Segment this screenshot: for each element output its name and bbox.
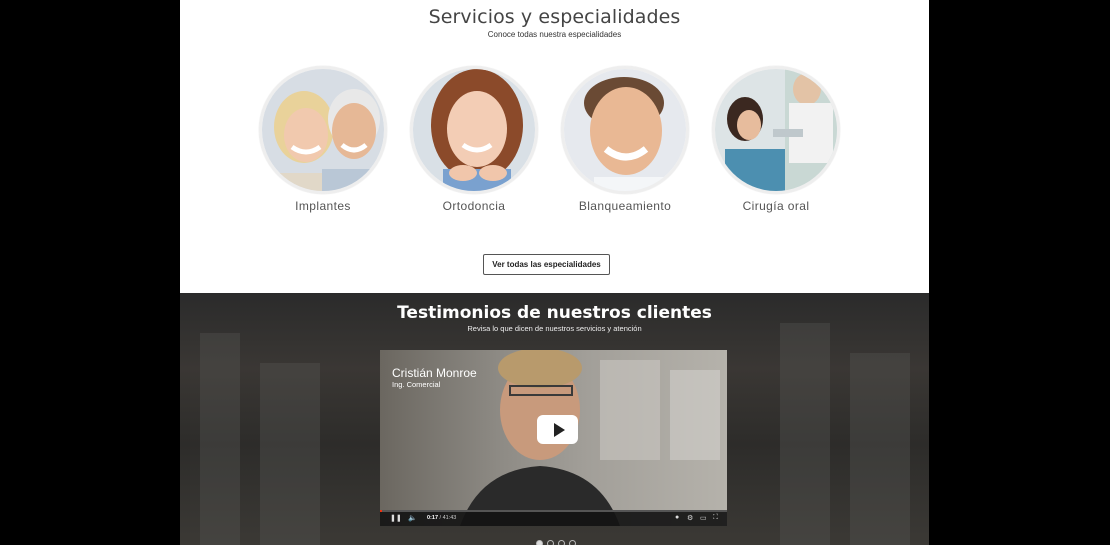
carousel-dot[interactable]	[569, 540, 576, 545]
ortodoncia-image[interactable]	[410, 66, 538, 194]
blanqueamiento-image[interactable]	[561, 66, 689, 194]
services-subtitle: Conoce todas nuestra especialidades	[487, 30, 622, 39]
play-icon	[553, 422, 565, 437]
service-ortodoncia[interactable]: Ortodoncia	[410, 66, 538, 213]
service-blanqueamiento[interactable]: Blanqueamiento	[561, 66, 689, 213]
carousel-dot[interactable]	[536, 540, 543, 545]
implantes-image[interactable]	[259, 66, 387, 194]
service-label: Blanqueamiento	[578, 199, 672, 213]
service-label: Cirugía oral	[742, 199, 810, 213]
play-button[interactable]	[537, 415, 578, 444]
background-building	[260, 363, 320, 545]
carousel-dot[interactable]	[558, 540, 565, 545]
background-building	[850, 353, 910, 545]
theater-mode-icon[interactable]: ▭	[700, 514, 707, 522]
info-icon[interactable]: ●	[675, 514, 679, 521]
video-person-name: Cristián Monroe	[392, 366, 477, 380]
video-controls: ❚❚ 🔈 0:17 / 41:43 ● ⚙ ▭ ⛶	[380, 510, 727, 526]
testimonials-section: Testimonios de nuestros clientes Revisa …	[180, 293, 929, 545]
video-time: 0:17 / 41:43	[427, 515, 456, 521]
view-all-specialties-button[interactable]: Ver todas las especialidades	[483, 254, 610, 275]
video-current-time: 0:17	[427, 515, 439, 521]
volume-icon[interactable]: 🔈	[408, 514, 417, 522]
settings-icon[interactable]: ⚙	[687, 514, 693, 522]
video-duration: / 41:43	[439, 515, 457, 521]
pause-icon[interactable]: ❚❚	[390, 514, 402, 522]
video-progress-fill	[380, 510, 383, 512]
services-title: Servicios y especialidades	[428, 6, 681, 28]
page: Servicios y especialidades Conoce todas …	[180, 0, 929, 545]
service-implantes[interactable]: Implantes	[259, 66, 387, 213]
services-section: Servicios y especialidades Conoce todas …	[180, 0, 929, 293]
testimonials-title: Testimonios de nuestros clientes	[397, 303, 712, 323]
cirugia-oral-image[interactable]	[712, 66, 840, 194]
video-person-role: Ing. Comercial	[392, 380, 441, 389]
service-label: Implantes	[295, 199, 351, 213]
video-player[interactable]: Cristián Monroe Ing. Comercial ❚❚ 🔈 0:17…	[380, 350, 727, 526]
fullscreen-icon[interactable]: ⛶	[713, 514, 718, 522]
testimonials-subtitle: Revisa lo que dicen de nuestros servicio…	[467, 324, 642, 333]
service-cirugia-oral[interactable]: Cirugía oral	[712, 66, 840, 213]
carousel-dots	[536, 540, 576, 545]
carousel-dot[interactable]	[547, 540, 554, 545]
background-building	[780, 323, 830, 545]
video-progress-bar[interactable]	[380, 510, 727, 512]
service-label: Ortodoncia	[442, 199, 506, 213]
background-building	[200, 333, 240, 545]
